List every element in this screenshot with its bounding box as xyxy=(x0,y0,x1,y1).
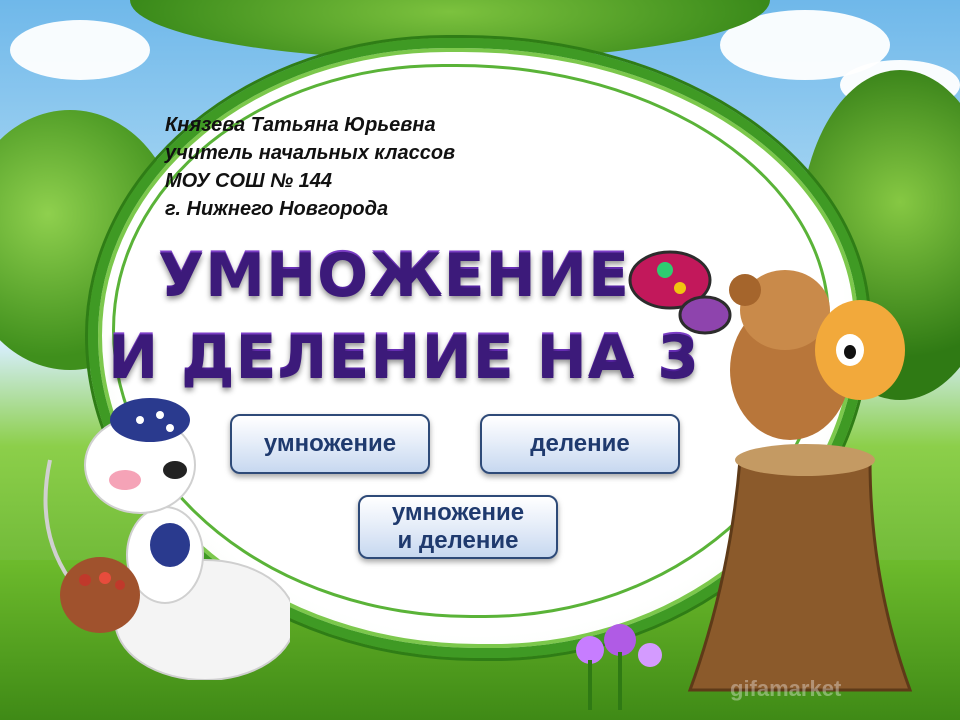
both-button-label-line2: и деление xyxy=(397,527,519,554)
author-name: Князева Татьяна Юрьевна xyxy=(165,114,436,136)
mouse-character-illustration xyxy=(43,398,290,680)
flowers-decoration xyxy=(576,624,662,710)
title-line-1: УМНОЖЕНИЕ xyxy=(158,239,631,309)
both-button-label-line1: умножение xyxy=(391,499,525,526)
author-position: учитель начальных классов xyxy=(165,142,456,164)
cloud-decoration xyxy=(10,20,150,80)
author-school: МОУ СОШ № 144 xyxy=(165,170,333,192)
watermark-text: gifamarket xyxy=(730,676,842,701)
author-city: г. Нижнего Новгорода xyxy=(165,198,389,220)
multiplication-and-division-button[interactable]: умножение и деление xyxy=(358,495,558,559)
slide: Князева Татьяна Юрьевна учитель начальны… xyxy=(0,0,960,720)
